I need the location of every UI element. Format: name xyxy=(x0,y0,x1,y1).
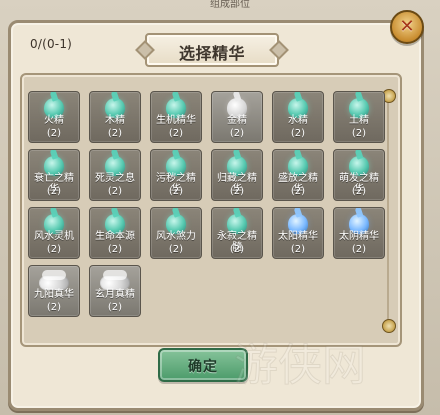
confirm-button[interactable]: 确定 xyxy=(158,348,248,382)
essence-tile[interactable]: 风水灵机 (2) xyxy=(28,207,80,259)
essence-quantity: (2) xyxy=(168,186,184,197)
essence-tile[interactable]: 风水煞力 (2) xyxy=(150,207,202,259)
essence-tile[interactable]: 木精 (2) xyxy=(89,91,141,143)
essence-tile[interactable]: 火精 (2) xyxy=(28,91,80,143)
essence-name: 九阳真华 xyxy=(34,289,74,300)
essence-name: 生机精华 xyxy=(156,115,196,126)
essence-name: 金精 xyxy=(227,115,247,126)
essence-quantity: (2) xyxy=(46,244,62,255)
dialog-title: 选择精华 xyxy=(178,44,245,63)
essence-tile[interactable]: 太阴精华 (2) xyxy=(333,207,385,259)
essence-tile[interactable]: 生机精华 (2) xyxy=(150,91,202,143)
essence-quantity: (2) xyxy=(46,128,62,139)
essence-name: 太阴精华 xyxy=(339,231,379,242)
essence-quantity: (2) xyxy=(351,186,367,197)
essence-quantity: (2) xyxy=(168,244,184,255)
essence-tile[interactable]: 土精 (2) xyxy=(333,91,385,143)
essence-tile[interactable]: 永寂之精 髓 (2) xyxy=(211,207,263,259)
essence-tile[interactable]: 九阳真华 (2) xyxy=(28,265,80,317)
close-icon: ✕ xyxy=(399,16,415,37)
essence-quantity: (2) xyxy=(290,186,306,197)
close-button[interactable]: ✕ xyxy=(390,10,424,44)
essence-tile[interactable]: 太阳精华 (2) xyxy=(272,207,324,259)
essence-quantity: (2) xyxy=(168,128,184,139)
essence-quantity: (2) xyxy=(46,186,62,197)
essence-tile[interactable]: 萌发之精 华 (2) xyxy=(333,149,385,201)
essence-tile[interactable]: 生命本源 (2) xyxy=(89,207,141,259)
essence-quantity: (2) xyxy=(107,244,123,255)
essence-quantity: (2) xyxy=(107,302,123,313)
essence-name: 水精 xyxy=(288,115,308,126)
essence-quantity: (2) xyxy=(290,128,306,139)
confirm-button-label: 确定 xyxy=(188,359,218,375)
essence-quantity: (2) xyxy=(229,244,245,255)
essence-tile[interactable]: 盛放之精 华 (2) xyxy=(272,149,324,201)
essence-tile[interactable]: 金精 (2) xyxy=(211,91,263,143)
essence-name: 生命本源 xyxy=(95,231,135,242)
essence-quantity: (2) xyxy=(351,128,367,139)
essence-name: 风水煞力 xyxy=(156,231,196,242)
essence-quantity: (2) xyxy=(46,302,62,313)
essence-quantity: (2) xyxy=(290,244,306,255)
essence-tile[interactable]: 玄月真精 (2) xyxy=(89,265,141,317)
essence-quantity: (2) xyxy=(229,128,245,139)
essence-quantity: (2) xyxy=(229,186,245,197)
essence-name: 玄月真精 xyxy=(95,289,135,300)
selection-count: 0/(0-1) xyxy=(30,37,73,51)
essence-quantity: (2) xyxy=(107,128,123,139)
essence-name: 土精 xyxy=(349,115,369,126)
essence-name: 火精 xyxy=(44,115,64,126)
essence-name: 太阳精华 xyxy=(278,231,318,242)
essence-name: 风水灵机 xyxy=(34,231,74,242)
essence-tile[interactable]: 衰亡之精 华 (2) xyxy=(28,149,80,201)
essence-quantity: (2) xyxy=(107,186,123,197)
essence-quantity: (2) xyxy=(351,244,367,255)
cloud-icon xyxy=(39,270,69,290)
essence-tile[interactable]: 污秽之精 华 (2) xyxy=(150,149,202,201)
essence-tile[interactable]: 水精 (2) xyxy=(272,91,324,143)
essence-tile[interactable]: 归藏之精 华 (2) xyxy=(211,149,263,201)
essence-name: 木精 xyxy=(105,115,125,126)
essence-name: 死灵之息 xyxy=(95,173,135,184)
background-header-text: 组成部位 xyxy=(210,0,250,10)
cloud-icon xyxy=(100,270,130,290)
dialog-title-plaque: 选择精华 xyxy=(145,33,279,67)
essence-tile[interactable]: 死灵之息 (2) xyxy=(89,149,141,201)
essence-tiles: 火精 (2) 木精 (2) 生机精华 (2) 金精 (2) 水精 (2) 土精 (2) 衰亡之精 华 (2… xyxy=(28,91,390,341)
